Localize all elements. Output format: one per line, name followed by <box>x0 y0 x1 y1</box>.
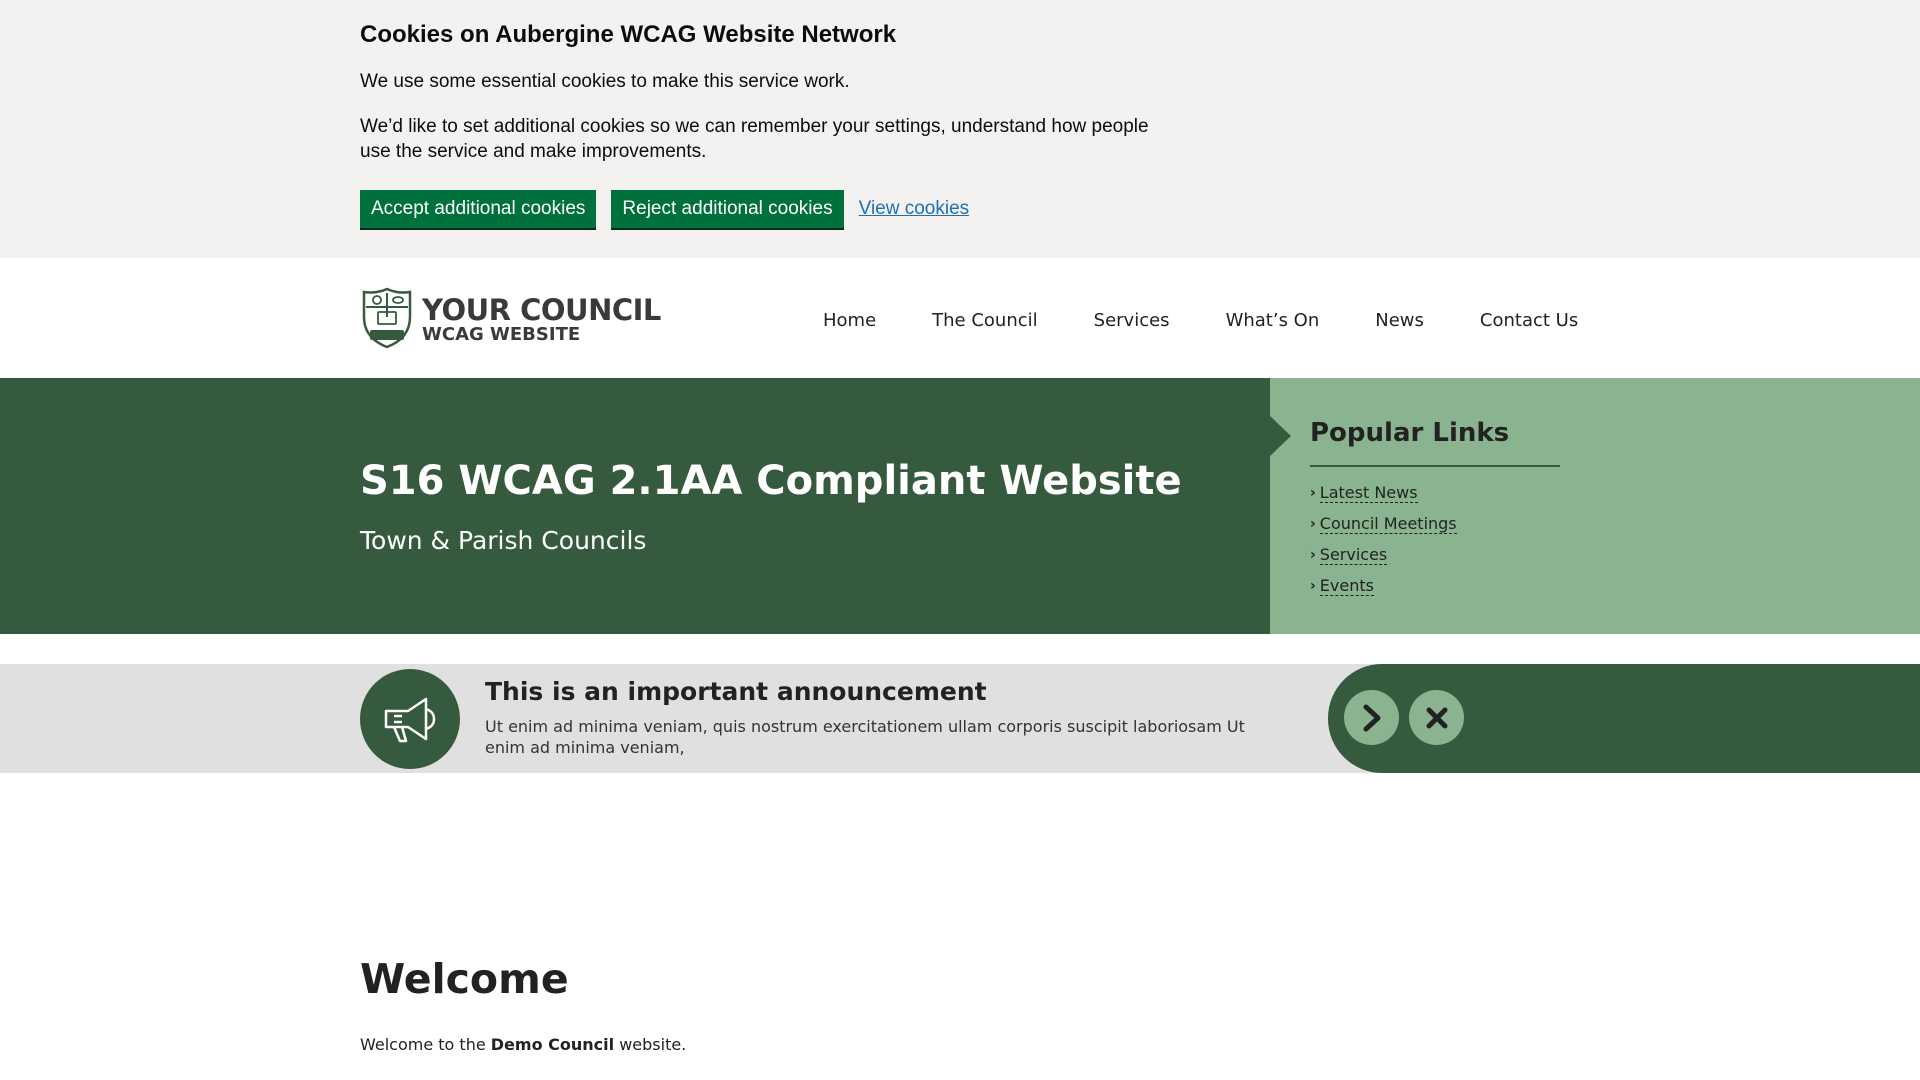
nav-home[interactable]: Home <box>823 310 876 331</box>
popular-link-latest-news[interactable]: Latest News <box>1319 484 1418 503</box>
popular-links-divider <box>1310 465 1560 467</box>
cookie-banner-title: Cookies on Aubergine WCAG Website Networ… <box>360 21 897 48</box>
cookie-banner: Cookies on Aubergine WCAG Website Networ… <box>0 0 1920 258</box>
announcement-title: This is an important announcement <box>485 677 987 706</box>
site-header: YOUR COUNCIL WCAG WEBSITE Home The Counc… <box>0 258 1920 378</box>
chevron-right-icon <box>1363 704 1380 731</box>
announcement-controls <box>1328 664 1920 773</box>
hero-banner: S16 WCAG 2.1AA Compliant Website Town & … <box>0 378 1270 634</box>
popular-link-item: › Events <box>1310 571 1457 602</box>
popular-links-title: Popular Links <box>1310 418 1510 448</box>
chevron-right-icon: › <box>1310 485 1316 501</box>
welcome-heading: Welcome <box>360 955 569 1003</box>
chevron-right-icon: › <box>1310 547 1316 563</box>
cookie-banner-content: Cookies on Aubergine WCAG Website Networ… <box>360 20 1180 228</box>
cookie-banner-text-essential: We use some essential cookies to make th… <box>360 71 850 92</box>
panel-notch <box>1270 416 1291 456</box>
logo-line-1: YOUR COUNCIL <box>422 293 661 327</box>
council-name: Demo Council <box>490 1035 615 1054</box>
site-logo[interactable]: YOUR COUNCIL WCAG WEBSITE <box>360 287 661 353</box>
reject-cookies-button[interactable]: Reject additional cookies <box>611 190 844 228</box>
popular-link-item: › Latest News <box>1310 478 1457 509</box>
accept-cookies-button[interactable]: Accept additional cookies <box>360 190 597 228</box>
welcome-text-prefix: Welcome to the <box>360 1035 491 1054</box>
announcement-close-button[interactable] <box>1409 690 1464 745</box>
nav-the-council[interactable]: The Council <box>932 310 1038 331</box>
nav-news[interactable]: News <box>1375 310 1424 331</box>
main-navigation: Home The Council Services What’s On News… <box>823 310 1578 331</box>
popular-links-list: › Latest News › Council Meetings › Services… <box>1310 478 1457 602</box>
hero-subtitle: Town & Parish Councils <box>360 526 647 555</box>
council-crest-icon <box>360 287 414 353</box>
welcome-text-suffix: website. <box>614 1035 687 1054</box>
nav-contact-us[interactable]: Contact Us <box>1480 310 1578 331</box>
popular-links-panel: Popular Links › Latest News › Council Meet… <box>1270 378 1920 634</box>
logo-line-2: WCAG WEBSITE <box>422 324 581 345</box>
popular-link-council-meetings[interactable]: Council Meetings <box>1319 515 1457 534</box>
chevron-right-icon: › <box>1310 516 1316 532</box>
announcement-text: Ut enim ad minima veniam, quis nostrum e… <box>485 717 1245 757</box>
popular-link-events[interactable]: Events <box>1319 577 1374 596</box>
view-cookies-link[interactable]: View cookies <box>859 198 970 220</box>
logo-wordmark: YOUR COUNCIL WCAG WEBSITE <box>422 295 661 345</box>
announcement-bar: This is an important announcement Ut eni… <box>0 664 1920 773</box>
nav-services[interactable]: Services <box>1094 310 1170 331</box>
popular-link-services[interactable]: Services <box>1319 546 1388 565</box>
cookie-banner-actions: Accept additional cookies Reject additio… <box>360 190 1180 228</box>
cookie-banner-text-additional: We’d like to set additional cookies so w… <box>360 116 1149 162</box>
popular-link-item: › Council Meetings <box>1310 509 1457 540</box>
hero-title: S16 WCAG 2.1AA Compliant Website <box>360 458 1182 504</box>
nav-whats-on[interactable]: What’s On <box>1226 310 1320 331</box>
announcement-next-button[interactable] <box>1344 690 1399 745</box>
megaphone-icon <box>360 669 460 769</box>
popular-link-item: › Services <box>1310 540 1457 571</box>
chevron-right-icon: › <box>1310 578 1316 594</box>
welcome-text: Welcome to the Demo Council website. <box>360 1035 686 1054</box>
close-icon <box>1426 707 1447 728</box>
